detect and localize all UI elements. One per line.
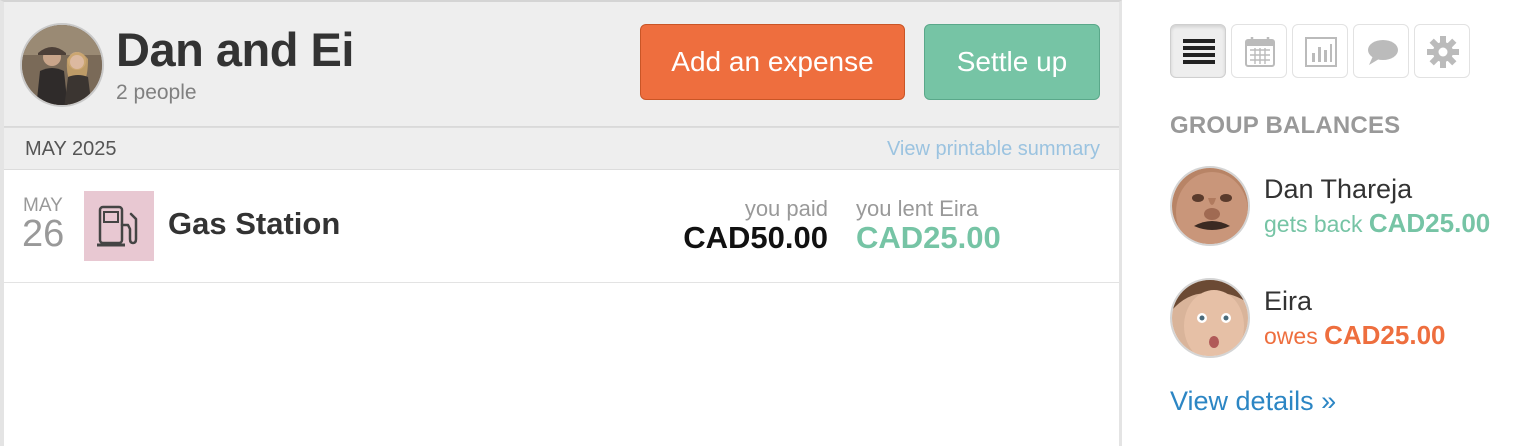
app-root: Dan and Ei 2 people Add an expense Settl…: [0, 0, 1518, 446]
chat-icon: [1368, 40, 1398, 65]
settle-up-button[interactable]: Settle up: [924, 24, 1100, 100]
member-balance: owes CAD25.00: [1264, 320, 1446, 351]
settings-view-tab[interactable]: [1414, 24, 1470, 78]
list-view-tab[interactable]: [1170, 24, 1226, 78]
right-sidebar: GROUP BALANCES Dan Thareja gets back CAD…: [1122, 0, 1518, 446]
member-balance: gets back CAD25.00: [1264, 208, 1490, 239]
calendar-icon: [1245, 37, 1275, 67]
view-details-link[interactable]: View details »: [1170, 386, 1336, 417]
view-printable-summary-link[interactable]: View printable summary: [887, 138, 1100, 161]
you-lent-label: you lent Eira: [856, 196, 979, 221]
group-photo: [22, 25, 102, 105]
you-lent-amount: CAD25.00: [856, 220, 1001, 255]
list-icon: [1183, 39, 1215, 64]
expense-date-day: 26: [22, 213, 65, 255]
expense-description: Gas Station: [168, 206, 341, 241]
avatar: [1170, 278, 1250, 358]
member-name: Dan Thareja: [1264, 174, 1413, 204]
group-title: Dan and Ei: [116, 23, 354, 76]
gear-icon: [1427, 36, 1459, 68]
expense-category-badge: [84, 191, 154, 261]
gas-pump-icon: [97, 205, 138, 247]
member-photo: [1172, 168, 1248, 244]
group-header: Dan and Ei 2 people Add an expense Settl…: [4, 2, 1119, 127]
group-member-count: 2 people: [116, 81, 197, 104]
group-avatar: [20, 23, 104, 107]
balance-status: owes: [1264, 323, 1318, 349]
balance-status: gets back: [1264, 211, 1363, 237]
balance-member[interactable]: Eira owes CAD25.00: [1170, 278, 1510, 358]
month-label: MAY 2025: [25, 138, 117, 160]
calendar-view-tab[interactable]: [1231, 24, 1287, 78]
avatar: [1170, 166, 1250, 246]
add-expense-button[interactable]: Add an expense: [640, 24, 905, 100]
balance-member[interactable]: Dan Thareja gets back CAD25.00: [1170, 166, 1510, 246]
group-balances-heading: GROUP BALANCES: [1170, 112, 1401, 139]
main-panel: Dan and Ei 2 people Add an expense Settl…: [0, 0, 1122, 446]
chart-view-tab[interactable]: [1292, 24, 1348, 78]
you-paid-amount: CAD50.00: [683, 220, 828, 255]
balance-amount: CAD25.00: [1368, 208, 1491, 238]
balance-amount: CAD25.00: [1324, 320, 1446, 350]
member-name: Eira: [1264, 286, 1313, 316]
comments-view-tab[interactable]: [1353, 24, 1409, 78]
you-paid-label: you paid: [744, 196, 828, 221]
chart-icon: [1305, 37, 1337, 67]
member-photo: [1172, 280, 1248, 356]
month-divider: MAY 2025 View printable summary: [4, 127, 1119, 170]
expense-row[interactable]: MAY 26 Gas Station you paid CAD50.00 you…: [4, 170, 1119, 283]
